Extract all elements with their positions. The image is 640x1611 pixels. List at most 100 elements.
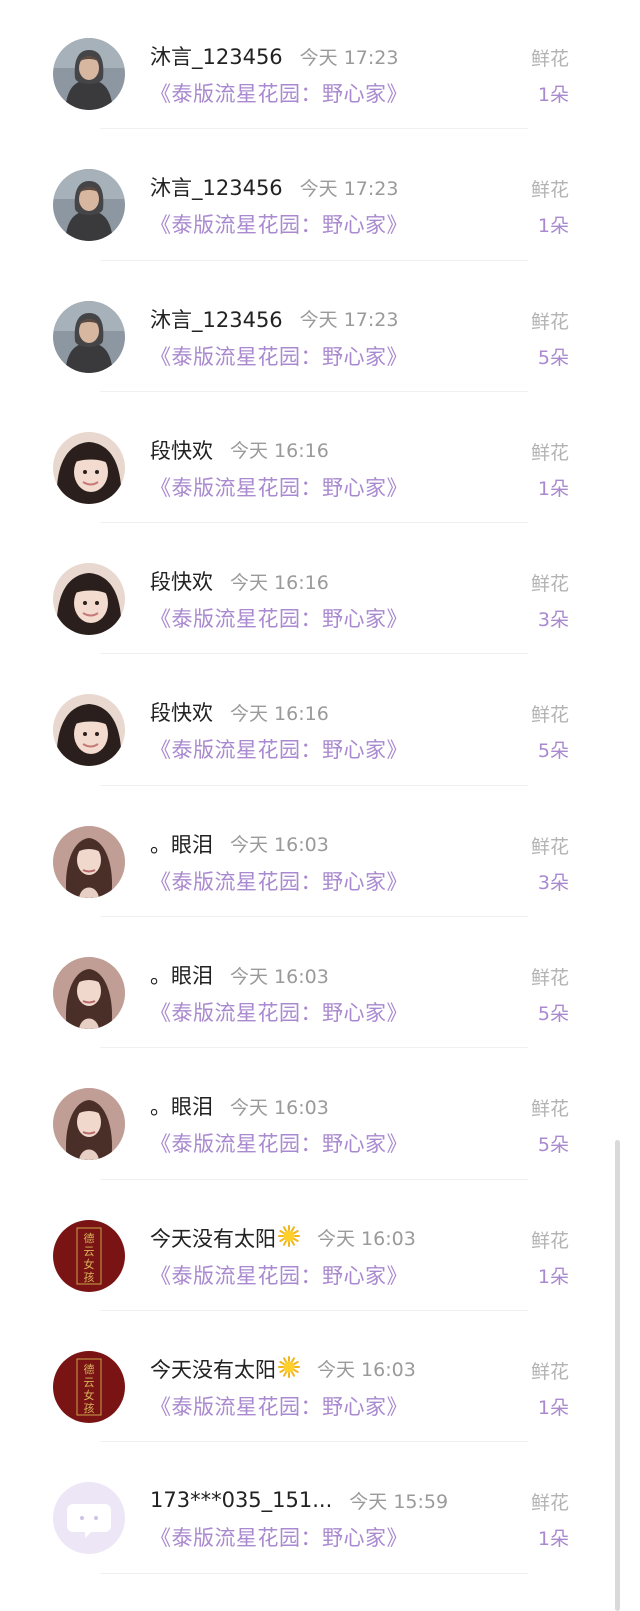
name-line: 。眼泪 今天 16:03	[150, 959, 329, 991]
timestamp: 今天 16:03	[230, 1096, 329, 1119]
name-line: 173***035_151... 今天 15:59	[150, 1484, 448, 1516]
avatar[interactable]	[53, 563, 125, 636]
name-line: 沐言_123456 今天 17:23	[150, 40, 398, 72]
user-name[interactable]: 。眼泪	[150, 960, 213, 990]
avatar[interactable]	[53, 300, 125, 373]
divider	[100, 916, 528, 918]
divider	[100, 784, 528, 786]
divider	[100, 1441, 528, 1443]
avatar[interactable]	[53, 38, 125, 110]
name-line: 今天没有太阳 今天 16:03	[150, 1353, 416, 1385]
book-title-link[interactable]: 《泰版流星花园：野心家》	[150, 1522, 408, 1552]
gift-count: 3朵	[537, 609, 569, 632]
list-item[interactable]: 段快欢 今天 16:16 《泰版流星花园：野心家》 鲜花 3朵	[0, 525, 640, 656]
book-title-link[interactable]: 《泰版流星花园：野心家》	[150, 603, 408, 633]
gift-count: 5朵	[537, 346, 569, 369]
user-name[interactable]: 。眼泪	[150, 1091, 213, 1121]
avatar[interactable]: 德 云 女 孩	[53, 1350, 125, 1423]
gift-type-label: 鲜花	[530, 1229, 569, 1252]
book-title-link[interactable]: 《泰版流星花园：野心家》	[150, 78, 408, 108]
list-item[interactable]: 德 云 女 孩 今天没有太阳 今天 16:03 《泰版流星花园：野心家》 鲜花 …	[0, 1313, 640, 1444]
user-name[interactable]: 今天没有太阳	[150, 1223, 276, 1253]
divider	[100, 128, 528, 130]
gift-count: 5朵	[537, 1003, 569, 1026]
divider	[100, 1309, 528, 1311]
avatar[interactable]	[53, 825, 125, 898]
svg-text:孩: 孩	[84, 1271, 95, 1284]
avatar[interactable]	[53, 431, 125, 504]
timestamp: 今天 16:03	[230, 834, 329, 857]
book-title-link[interactable]: 《泰版流星花园：野心家》	[150, 866, 408, 896]
list-item[interactable]: 。眼泪 今天 16:03 《泰版流星花园：野心家》 鲜花 5朵	[0, 919, 640, 1050]
gift-record-list: 沐言_123456 今天 17:23 《泰版流星花园：野心家》 鲜花 1朵 沐言…	[0, 0, 640, 1576]
gift-type-label: 鲜花	[530, 1098, 569, 1121]
gift-type-label: 鲜花	[530, 1360, 569, 1383]
book-title-link[interactable]: 《泰版流星花园：野心家》	[150, 1260, 408, 1290]
gift-type-label: 鲜花	[530, 967, 569, 990]
user-name[interactable]: 段快欢	[150, 697, 213, 727]
avatar[interactable]	[53, 957, 125, 1030]
user-name[interactable]: 沐言_123456	[150, 172, 283, 202]
book-title-link[interactable]: 《泰版流星花园：野心家》	[150, 472, 408, 502]
avatar[interactable]: 德 云 女 孩	[53, 1219, 125, 1292]
svg-text:德: 德	[84, 1231, 95, 1245]
gift-type-label: 鲜花	[530, 310, 569, 333]
list-item[interactable]: 段快欢 今天 16:16 《泰版流星花园：野心家》 鲜花 5朵	[0, 656, 640, 787]
gift-count: 5朵	[537, 1134, 569, 1157]
divider	[100, 653, 528, 655]
user-name[interactable]: 173***035_151...	[150, 1488, 332, 1512]
list-item[interactable]: 沐言_123456 今天 17:23 《泰版流星花园：野心家》 鲜花 1朵	[0, 131, 640, 262]
svg-text:云: 云	[84, 1376, 95, 1389]
list-item[interactable]: 沐言_123456 今天 17:23 《泰版流星花园：野心家》 鲜花 5朵	[0, 263, 640, 394]
svg-text:女: 女	[84, 1257, 95, 1271]
user-name[interactable]: 。眼泪	[150, 829, 213, 859]
gift-count: 1朵	[537, 215, 569, 238]
gift-type-label: 鲜花	[530, 179, 569, 202]
list-item[interactable]: 段快欢 今天 16:16 《泰版流星花园：野心家》 鲜花 1朵	[0, 394, 640, 525]
list-item[interactable]: 沐言_123456 今天 17:23 《泰版流星花园：野心家》 鲜花 1朵	[0, 0, 640, 131]
list-item[interactable]: 173***035_151... 今天 15:59 《泰版流星花园：野心家》 鲜…	[0, 1444, 640, 1575]
user-name[interactable]: 段快欢	[150, 435, 213, 465]
list-item[interactable]: 。眼泪 今天 16:03 《泰版流星花园：野心家》 鲜花 3朵	[0, 788, 640, 919]
gift-type-label: 鲜花	[530, 48, 569, 70]
sun-icon	[278, 1224, 300, 1251]
timestamp: 今天 16:03	[317, 1359, 416, 1382]
timestamp: 今天 16:16	[230, 702, 329, 725]
gift-type-label: 鲜花	[530, 573, 569, 596]
divider	[100, 1572, 528, 1574]
user-name[interactable]: 沐言_123456	[150, 304, 283, 334]
svg-text:云: 云	[84, 1245, 95, 1258]
user-name[interactable]: 沐言_123456	[150, 41, 283, 71]
name-line: 沐言_123456 今天 17:23	[150, 303, 398, 335]
book-title-link[interactable]: 《泰版流星花园：野心家》	[150, 1391, 408, 1421]
name-line: 段快欢 今天 16:16	[150, 696, 329, 728]
name-line: 。眼泪 今天 16:03	[150, 1090, 329, 1122]
timestamp: 今天 16:03	[317, 1228, 416, 1251]
gift-count: 5朵	[537, 740, 569, 763]
name-line: 。眼泪 今天 16:03	[150, 828, 329, 860]
book-title-link[interactable]: 《泰版流星花园：野心家》	[150, 734, 408, 764]
list-item[interactable]: 德 云 女 孩 今天没有太阳 今天 16:03 《泰版流星花园：野心家》 鲜花 …	[0, 1182, 640, 1313]
book-title-link[interactable]: 《泰版流星花园：野心家》	[150, 341, 408, 371]
divider	[100, 390, 528, 392]
timestamp: 今天 17:23	[299, 46, 399, 69]
name-line: 段快欢 今天 16:16	[150, 565, 329, 597]
book-title-link[interactable]: 《泰版流星花园：野心家》	[150, 997, 408, 1027]
divider	[100, 259, 528, 261]
book-title-link[interactable]: 《泰版流星花园：野心家》	[150, 209, 408, 239]
gift-count: 3朵	[537, 871, 569, 894]
list-item[interactable]: 。眼泪 今天 16:03 《泰版流星花园：野心家》 鲜花 5朵	[0, 1050, 640, 1181]
avatar[interactable]	[53, 1088, 125, 1161]
avatar[interactable]	[53, 169, 125, 242]
user-name[interactable]: 段快欢	[150, 566, 213, 596]
book-title-link[interactable]: 《泰版流星花园：野心家》	[150, 1128, 408, 1158]
name-line: 今天没有太阳 今天 16:03	[150, 1222, 416, 1254]
avatar[interactable]	[53, 1482, 125, 1555]
scrollbar[interactable]	[615, 1140, 620, 1611]
timestamp: 今天 16:16	[230, 571, 329, 594]
timestamp: 今天 16:03	[230, 965, 329, 988]
user-name[interactable]: 今天没有太阳	[150, 1354, 276, 1384]
svg-text:德: 德	[84, 1362, 95, 1376]
gift-count: 1朵	[537, 1396, 569, 1419]
avatar[interactable]	[53, 694, 125, 767]
